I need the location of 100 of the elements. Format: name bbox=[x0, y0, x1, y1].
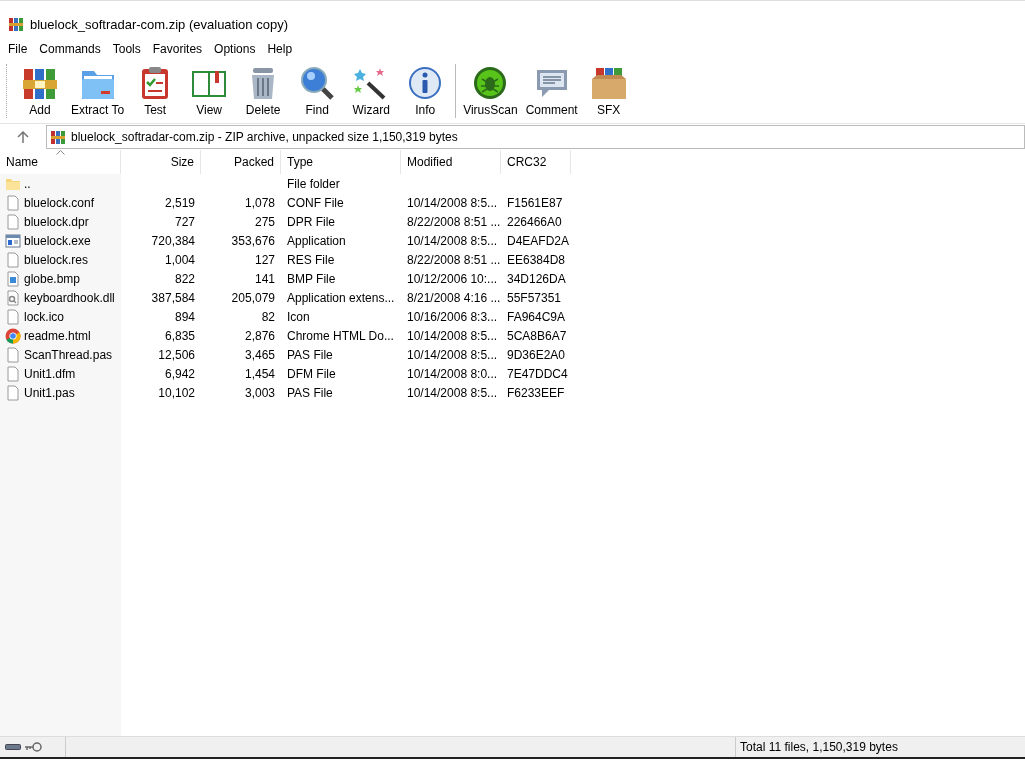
table-cell: 2,519 bbox=[164, 195, 195, 210]
toolbar-button[interactable]: View bbox=[182, 63, 237, 119]
file-name[interactable]: Unit1.dfm bbox=[24, 366, 76, 381]
table-cell: 353,676 bbox=[231, 233, 275, 248]
file-name[interactable]: .. bbox=[24, 176, 31, 191]
table-cell: 894 bbox=[174, 309, 195, 324]
column-header[interactable]: Type bbox=[281, 150, 401, 174]
table-cell: F1561E87 bbox=[507, 195, 563, 210]
table-cell: Chrome HTML Do... bbox=[287, 328, 394, 343]
table-cell: Application extens... bbox=[287, 290, 395, 305]
table-cell: PAS File bbox=[287, 385, 333, 400]
table-cell: 10,102 bbox=[158, 385, 195, 400]
file-name[interactable]: bluelock.exe bbox=[24, 233, 91, 248]
address-field[interactable]: bluelock_softradar-com.zip - ZIP archive, unpacked size 1,150,319 bytes bbox=[46, 125, 1025, 149]
toolbar-button[interactable]: Delete bbox=[236, 63, 291, 119]
table-cell: 387,584 bbox=[151, 290, 195, 305]
table-cell: BMP File bbox=[287, 271, 336, 286]
up-arrow-icon[interactable] bbox=[17, 131, 29, 143]
table-cell: 226466A0 bbox=[507, 214, 562, 229]
toolbar-button[interactable]: SFX bbox=[581, 63, 636, 119]
table-cell: 12,506 bbox=[158, 347, 195, 362]
menu-item[interactable]: Options bbox=[208, 42, 262, 56]
window-title: bluelock_softradar-com.zip (evaluation copy) bbox=[30, 16, 288, 32]
table-cell: 275 bbox=[254, 214, 275, 229]
column-header[interactable]: Modified bbox=[401, 150, 501, 174]
table-cell: 10/16/2006 8:3... bbox=[407, 309, 498, 324]
file-name[interactable]: Unit1.pas bbox=[24, 385, 75, 400]
table-cell: PAS File bbox=[287, 347, 333, 362]
file-name[interactable]: keyboardhook.dll bbox=[24, 290, 115, 305]
table-cell: D4EAFD2A bbox=[507, 233, 570, 248]
file-name[interactable]: readme.html bbox=[24, 328, 91, 343]
table-cell: 10/14/2008 8:0... bbox=[407, 366, 498, 381]
table-cell: 205,079 bbox=[231, 290, 275, 305]
table-cell: EE6384D8 bbox=[507, 252, 566, 267]
sort-caret-icon bbox=[56, 150, 65, 155]
archive-icon bbox=[50, 129, 66, 145]
file-name[interactable]: bluelock.conf bbox=[24, 195, 95, 210]
table-cell: 1,078 bbox=[244, 195, 275, 210]
table-cell: FA964C9A bbox=[507, 309, 566, 324]
table-cell: 34D126DA bbox=[507, 271, 566, 286]
table-cell: Icon bbox=[287, 309, 310, 324]
table-cell: 10/12/2006 10:... bbox=[407, 271, 498, 286]
toolbar-button[interactable]: Test bbox=[128, 63, 183, 119]
table-cell: 5CA8B6A7 bbox=[507, 328, 567, 343]
table-cell: 727 bbox=[174, 214, 195, 229]
table-cell: 8/21/2008 4:16 ... bbox=[407, 290, 501, 305]
table-cell: Application bbox=[287, 233, 346, 248]
table-cell: 6,942 bbox=[164, 366, 195, 381]
table-cell: F6233EEF bbox=[507, 385, 565, 400]
table-cell: 2,876 bbox=[244, 328, 275, 343]
toolbar-button[interactable]: Info bbox=[398, 63, 453, 119]
table-cell: 10/14/2008 8:5... bbox=[407, 233, 498, 248]
drive-icon bbox=[5, 743, 21, 751]
box-icon bbox=[589, 65, 628, 101]
table-cell: DFM File bbox=[287, 366, 336, 381]
table-cell: 127 bbox=[254, 252, 275, 267]
table-cell: 8/22/2008 8:51 ... bbox=[407, 214, 501, 229]
column-header[interactable]: Size bbox=[121, 150, 201, 174]
toolbar-button[interactable]: Extract To bbox=[67, 63, 129, 119]
table-cell: 141 bbox=[254, 271, 275, 286]
table-cell: 7E47DDC4 bbox=[507, 366, 568, 381]
file-name[interactable]: globe.bmp bbox=[24, 271, 81, 286]
table-cell: 3,465 bbox=[244, 347, 275, 362]
archive-icon bbox=[8, 16, 24, 32]
column-header[interactable]: Name bbox=[0, 150, 121, 174]
menu-item[interactable]: Commands bbox=[33, 42, 107, 56]
status-text: Total 11 files, 1,150,319 bytes bbox=[740, 740, 898, 754]
table-cell: 10/14/2008 8:5... bbox=[407, 195, 498, 210]
table-cell: CONF File bbox=[287, 195, 344, 210]
toolbar-button[interactable]: VirusScan bbox=[459, 63, 522, 119]
menu-item[interactable]: Favorites bbox=[146, 42, 209, 56]
menu-item[interactable]: File bbox=[2, 42, 34, 56]
column-header[interactable]: Packed bbox=[201, 150, 281, 174]
table-cell: 10/14/2008 8:5... bbox=[407, 385, 498, 400]
toolbar-button[interactable]: Comment bbox=[521, 63, 582, 119]
table-cell: 1,454 bbox=[244, 366, 275, 381]
table-cell: 9D36E2A0 bbox=[507, 347, 566, 362]
file-name[interactable]: bluelock.res bbox=[24, 252, 89, 267]
table-cell: File folder bbox=[287, 176, 340, 191]
table-cell: 10/14/2008 8:5... bbox=[407, 328, 498, 343]
toolbar-button[interactable]: Add bbox=[13, 63, 67, 119]
column-header[interactable]: CRC32 bbox=[501, 150, 571, 174]
key-icon bbox=[24, 742, 42, 752]
menu-item[interactable]: Tools bbox=[106, 42, 147, 56]
table-cell: 6,835 bbox=[164, 328, 195, 343]
table-cell: 822 bbox=[174, 271, 195, 286]
table-cell: 82 bbox=[261, 309, 275, 324]
file-name[interactable]: bluelock.dpr bbox=[24, 214, 89, 229]
file-name[interactable]: lock.ico bbox=[24, 309, 64, 324]
table-cell: RES File bbox=[287, 252, 335, 267]
table-cell: 55F57351 bbox=[507, 290, 562, 305]
table-cell: 10/14/2008 8:5... bbox=[407, 347, 498, 362]
table-cell: 8/22/2008 8:51 ... bbox=[407, 252, 501, 267]
table-cell: DPR File bbox=[287, 214, 335, 229]
toolbar-button[interactable]: Wizard bbox=[344, 63, 399, 119]
file-name[interactable]: ScanThread.pas bbox=[24, 347, 113, 362]
table-cell: 1,004 bbox=[164, 252, 195, 267]
table-cell: 3,003 bbox=[244, 385, 275, 400]
toolbar-button[interactable]: Find bbox=[290, 63, 345, 119]
menu-item[interactable]: Help bbox=[261, 42, 299, 56]
